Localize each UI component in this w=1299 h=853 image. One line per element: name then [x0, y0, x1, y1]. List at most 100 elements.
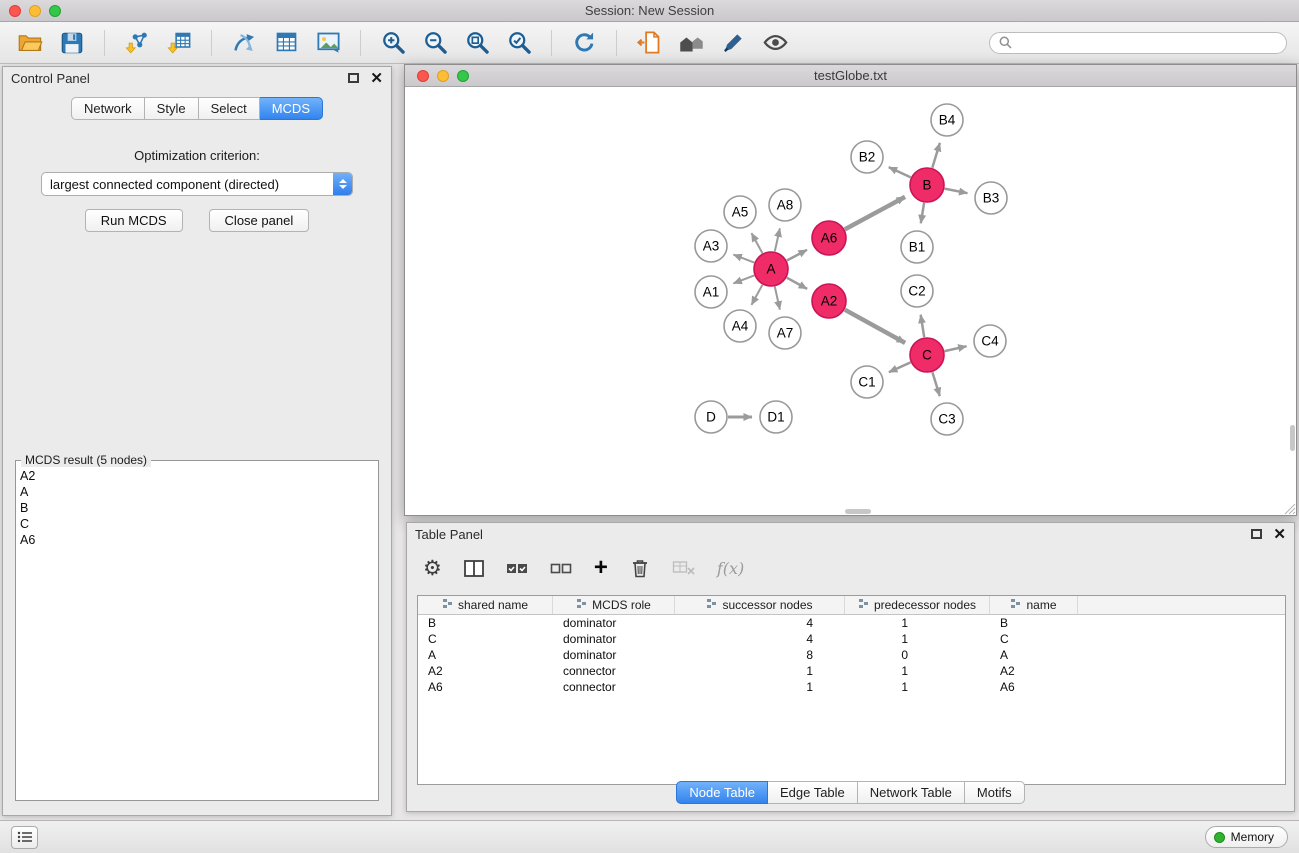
minimize-network-window-button[interactable]	[437, 70, 449, 82]
table-settings-button[interactable]: ⚙	[423, 553, 442, 583]
tab-motifs[interactable]: Motifs	[965, 781, 1025, 804]
network-canvas[interactable]: B4B2BB3A8A5A6B1A3AA1C2A2A4A7C4CC1C3DD1	[405, 87, 1296, 515]
edge-C-C4[interactable]	[945, 346, 967, 351]
deselect-all-button[interactable]	[550, 553, 573, 583]
cell[interactable]: 1	[675, 663, 845, 679]
edge-A-A2[interactable]	[787, 278, 807, 289]
cell[interactable]: 4	[675, 631, 845, 647]
minimize-window-button[interactable]	[29, 5, 41, 17]
node-C3[interactable]: C3	[931, 403, 963, 435]
cell[interactable]: 1	[845, 663, 990, 679]
float-table-panel-button[interactable]	[1251, 529, 1262, 539]
edge-B-B2[interactable]	[889, 167, 911, 177]
close-network-window-button[interactable]	[417, 70, 429, 82]
save-session-button[interactable]	[54, 26, 90, 60]
result-item[interactable]: A	[20, 484, 374, 500]
function-builder-button[interactable]: f(x)	[717, 553, 744, 583]
column-header-shared-name[interactable]: shared name	[418, 596, 553, 614]
open-document-button[interactable]	[631, 26, 667, 60]
column-header-name[interactable]: name	[990, 596, 1078, 614]
column-header-predecessor-nodes[interactable]: predecessor nodes	[845, 596, 990, 614]
table-row[interactable]: Adominator80A	[418, 647, 1285, 663]
run-mcds-button[interactable]: Run MCDS	[85, 209, 183, 232]
import-table-button[interactable]	[161, 26, 197, 60]
result-item[interactable]: A2	[20, 468, 374, 484]
node-C2[interactable]: C2	[901, 275, 933, 307]
cell[interactable]: A6	[990, 679, 1078, 695]
node-D[interactable]: D	[695, 401, 727, 433]
node-D1[interactable]: D1	[760, 401, 792, 433]
show-hide-button[interactable]	[757, 26, 793, 60]
edge-B-B3[interactable]	[945, 189, 968, 194]
cell[interactable]: 4	[675, 615, 845, 631]
edge-A6-B[interactable]	[845, 197, 905, 230]
cell[interactable]: dominator	[553, 647, 675, 663]
tab-network-table[interactable]: Network Table	[858, 781, 965, 804]
memory-button[interactable]: Memory	[1205, 826, 1288, 848]
cell[interactable]: C	[990, 631, 1078, 647]
cell[interactable]: 1	[845, 615, 990, 631]
new-table-button[interactable]	[268, 26, 304, 60]
node-A2[interactable]: A2	[812, 284, 846, 318]
cell[interactable]: 1	[845, 631, 990, 647]
result-item[interactable]: C	[20, 516, 374, 532]
zoom-in-button[interactable]	[375, 26, 411, 60]
annotation-button[interactable]	[715, 26, 751, 60]
node-B3[interactable]: B3	[975, 182, 1007, 214]
cell[interactable]: C	[418, 631, 553, 647]
close-window-button[interactable]	[9, 5, 21, 17]
edge-C-C2[interactable]	[921, 315, 925, 338]
search-input[interactable]	[1018, 36, 1277, 50]
node-A[interactable]: A	[754, 252, 788, 286]
edge-A-A4[interactable]	[752, 285, 763, 305]
node-A1[interactable]: A1	[695, 276, 727, 308]
column-header-MCDS-role[interactable]: MCDS role	[553, 596, 675, 614]
node-A3[interactable]: A3	[695, 230, 727, 262]
cell[interactable]: dominator	[553, 615, 675, 631]
horizontal-scroll-thumb[interactable]	[845, 509, 871, 514]
table-row[interactable]: Cdominator41C	[418, 631, 1285, 647]
node-B1[interactable]: B1	[901, 231, 933, 263]
edge-A-A8[interactable]	[775, 228, 780, 251]
node-C[interactable]: C	[910, 338, 944, 372]
resize-grip-icon[interactable]	[1283, 502, 1296, 515]
cell[interactable]: connector	[553, 663, 675, 679]
edge-B-B1[interactable]	[921, 203, 924, 224]
zoom-window-button[interactable]	[49, 5, 61, 17]
zoom-selected-button[interactable]	[501, 26, 537, 60]
table-row[interactable]: Bdominator41B	[418, 615, 1285, 631]
show-columns-button[interactable]	[463, 553, 485, 583]
edge-A2-C[interactable]	[845, 310, 905, 343]
cell[interactable]: dominator	[553, 631, 675, 647]
vertical-scroll-thumb[interactable]	[1290, 425, 1295, 451]
cell[interactable]: B	[418, 615, 553, 631]
import-network-button[interactable]	[119, 26, 155, 60]
node-A5[interactable]: A5	[724, 196, 756, 228]
add-row-button[interactable]: +	[594, 553, 608, 583]
cell[interactable]: B	[990, 615, 1078, 631]
export-image-button[interactable]	[310, 26, 346, 60]
edge-A-A5[interactable]	[752, 233, 763, 253]
edge-B-B4[interactable]	[932, 143, 940, 168]
open-session-button[interactable]	[12, 26, 48, 60]
delete-row-button[interactable]	[629, 553, 651, 583]
cell[interactable]: A2	[990, 663, 1078, 679]
cell[interactable]: 1	[675, 679, 845, 695]
edge-A-A7[interactable]	[775, 287, 780, 310]
node-A6[interactable]: A6	[812, 221, 846, 255]
edge-C-C1[interactable]	[889, 362, 911, 372]
table-row[interactable]: A6connector11A6	[418, 679, 1285, 695]
cell[interactable]: A	[418, 647, 553, 663]
tab-select[interactable]: Select	[199, 97, 260, 120]
result-item[interactable]: B	[20, 500, 374, 516]
node-A7[interactable]: A7	[769, 317, 801, 349]
cell[interactable]: 1	[845, 679, 990, 695]
edge-A-A1[interactable]	[733, 275, 754, 283]
node-C1[interactable]: C1	[851, 366, 883, 398]
close-table-panel-button[interactable]: ✕	[1273, 527, 1286, 542]
close-panel-mcds-button[interactable]: Close panel	[209, 209, 310, 232]
select-all-button[interactable]	[506, 553, 529, 583]
node-A8[interactable]: A8	[769, 189, 801, 221]
cell[interactable]: connector	[553, 679, 675, 695]
edge-C-C3[interactable]	[932, 372, 939, 396]
